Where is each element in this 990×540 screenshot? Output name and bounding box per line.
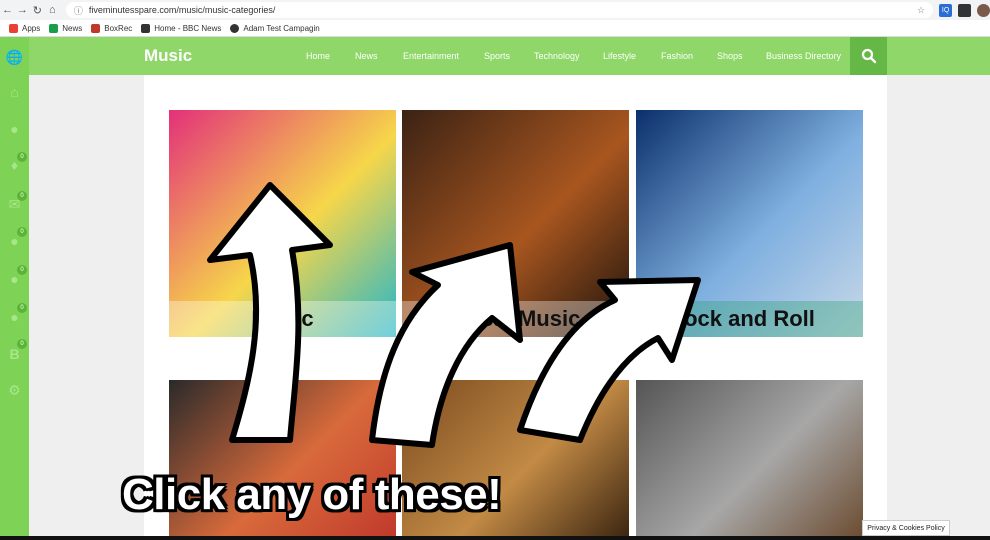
mail-badge: 0 [17, 191, 27, 201]
bbc-favicon-icon [141, 23, 151, 33]
category-tile-bluegrass[interactable] [636, 380, 863, 540]
bookmark-adam-test[interactable]: Adam Test Campagin [230, 23, 320, 33]
callout-text: Click any of these! [122, 470, 502, 519]
globe-favicon-icon [230, 23, 240, 33]
globe-icon[interactable]: 🌐 [0, 47, 29, 67]
nav-entertainment[interactable]: Entertainment [403, 51, 459, 61]
group-badge: 0 [17, 227, 27, 237]
reload-icon[interactable]: ↻ [30, 2, 45, 18]
avatar[interactable] [977, 3, 990, 17]
nav-sports[interactable]: Sports [484, 51, 510, 61]
coins-badge: 0 [17, 265, 27, 275]
extension-iq-icon[interactable]: IQ [939, 3, 953, 17]
site-header: Music Home News Entertainment Sports Tec… [29, 37, 990, 75]
apps-grid-icon [9, 23, 18, 33]
bookmark-bbc-news[interactable]: Home - BBC News [141, 23, 221, 33]
news-favicon-icon [49, 23, 59, 33]
nav-lifestyle[interactable]: Lifestyle [603, 51, 636, 61]
notification-badge: 0 [17, 152, 27, 162]
nav-fashion[interactable]: Fashion [661, 51, 693, 61]
taskbar [0, 536, 990, 540]
category-tile-music[interactable]: Music [169, 110, 396, 337]
gear-icon[interactable]: ⚙ [0, 380, 29, 400]
nav-news[interactable]: News [355, 51, 378, 61]
home-rail-icon[interactable]: ⌂ [0, 82, 29, 102]
bookmark-boxrec[interactable]: BoxRec [91, 23, 132, 33]
side-rail: 🌐 ⌂ ● ♦ 0 ✉ 0 ● 0 ● 0 ● 0 B 0 ⚙ [0, 37, 29, 540]
boxrec-favicon-icon [91, 23, 101, 33]
search-button[interactable] [850, 37, 887, 75]
back-icon[interactable]: ← [0, 2, 15, 18]
page-title: Music [144, 46, 193, 65]
address-bar[interactable]: ⓘ fiveminutesspare.com/music/music-categ… [65, 2, 934, 18]
bookmark-news[interactable]: News [49, 23, 82, 33]
category-tile-classical-music[interactable]: ssical Music [402, 110, 629, 337]
browser-toolbar: ← → ↻ ⌂ ⓘ fiveminutesspare.com/music/mus… [0, 0, 990, 20]
forward-icon[interactable]: → [15, 2, 30, 18]
nav-business-directory[interactable]: Business Directory [766, 51, 841, 61]
nav-technology[interactable]: Technology [534, 51, 580, 61]
search-icon [861, 48, 876, 64]
tile-caption: Music [169, 301, 396, 337]
home-icon[interactable]: ⌂ [45, 2, 60, 18]
extension-icon[interactable] [958, 3, 972, 17]
info-icon: ⓘ [73, 5, 83, 16]
star-icon[interactable]: ☆ [917, 5, 925, 16]
category-tile-rock-and-roll[interactable]: ock and Roll [636, 110, 863, 337]
tile-caption: ssical Music [402, 301, 629, 337]
nav-home[interactable]: Home [306, 51, 330, 61]
nav-shops[interactable]: Shops [717, 51, 743, 61]
url-text: fiveminutesspare.com/music/music-categor… [88, 5, 276, 15]
bookmark-apps[interactable]: Apps [9, 23, 40, 33]
bookmarks-bar: Apps News BoxRec Home - BBC News Adam Te… [0, 20, 990, 37]
chat-badge: 0 [17, 303, 27, 313]
user-icon[interactable]: ● [0, 119, 29, 139]
privacy-cookies-link[interactable]: Privacy & Cookies Policy [862, 520, 950, 536]
tile-caption: ock and Roll [636, 301, 863, 337]
b-badge: 0 [17, 339, 27, 349]
